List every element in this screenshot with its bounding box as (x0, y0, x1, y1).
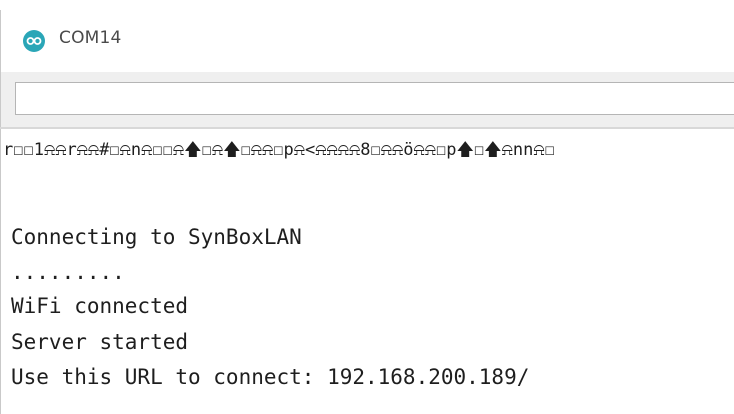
title-bar[interactable]: COM14 (0, 10, 734, 72)
arduino-infinity-icon (23, 30, 45, 52)
serial-output[interactable]: r☐☐1⍾⍾r⍾⍾#☐⍾n⍾☐☐⍾🡅☐⍾🡅☐⍾⍾☐p⍾<⍾⍾⍾⍾8☐⍾⍾ö⍾⍾☐… (0, 129, 734, 414)
output-line: Server started (11, 330, 189, 354)
window-title: COM14 (59, 28, 122, 48)
output-line: ......... (11, 260, 125, 284)
send-toolbar (0, 72, 734, 127)
serial-monitor-window: COM14 r☐☐1⍾⍾r⍾⍾#☐⍾n⍾☐☐⍾🡅☐⍾🡅☐⍾⍾☐p⍾<⍾⍾⍾⍾8☐… (0, 0, 734, 414)
output-line: WiFi connected (11, 294, 189, 318)
send-input[interactable] (15, 82, 734, 115)
output-line: Use this URL to connect: 192.168.200.189… (11, 365, 530, 389)
output-line: r☐☐1⍾⍾r⍾⍾#☐⍾n⍾☐☐⍾🡅☐⍾🡅☐⍾⍾☐p⍾<⍾⍾⍾⍾8☐⍾⍾ö⍾⍾☐… (3, 140, 555, 160)
output-line: Connecting to SynBoxLAN (11, 225, 302, 249)
window-top-edge (0, 0, 734, 10)
